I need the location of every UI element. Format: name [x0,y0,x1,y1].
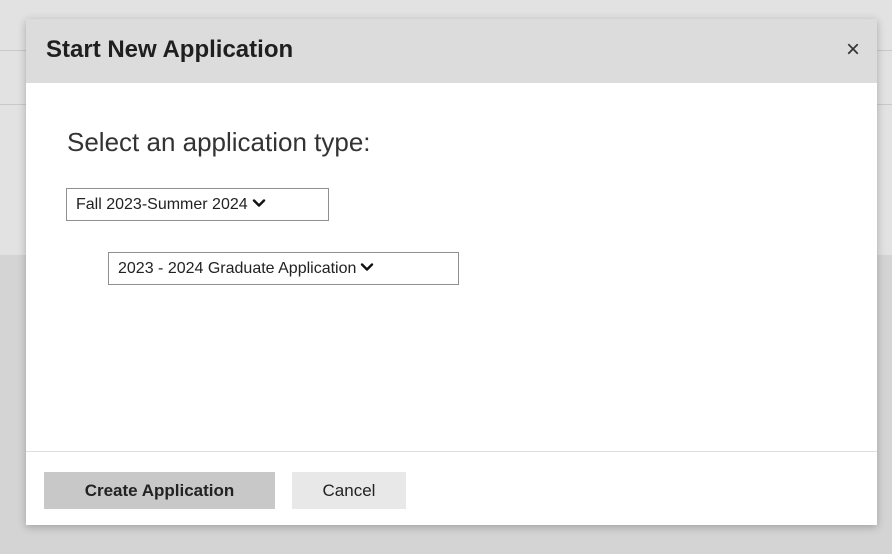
dialog-header: Start New Application × [26,19,877,83]
create-application-button[interactable]: Create Application [44,472,275,509]
chevron-down-icon [252,199,265,207]
application-select-value: 2023 - 2024 Graduate Application [118,260,357,277]
dialog-title: Start New Application [46,36,294,63]
close-icon[interactable]: × [841,37,865,63]
cancel-button[interactable]: Cancel [292,472,406,509]
start-application-dialog: Start New Application × Select an applic… [26,19,877,525]
dialog-footer-divider [26,451,877,452]
term-select-value: Fall 2023-Summer 2024 [76,196,248,213]
chevron-down-icon [361,263,374,271]
term-select[interactable]: Fall 2023-Summer 2024 [66,188,329,221]
application-type-prompt: Select an application type: [67,127,371,157]
application-select[interactable]: 2023 - 2024 Graduate Application [108,252,459,285]
